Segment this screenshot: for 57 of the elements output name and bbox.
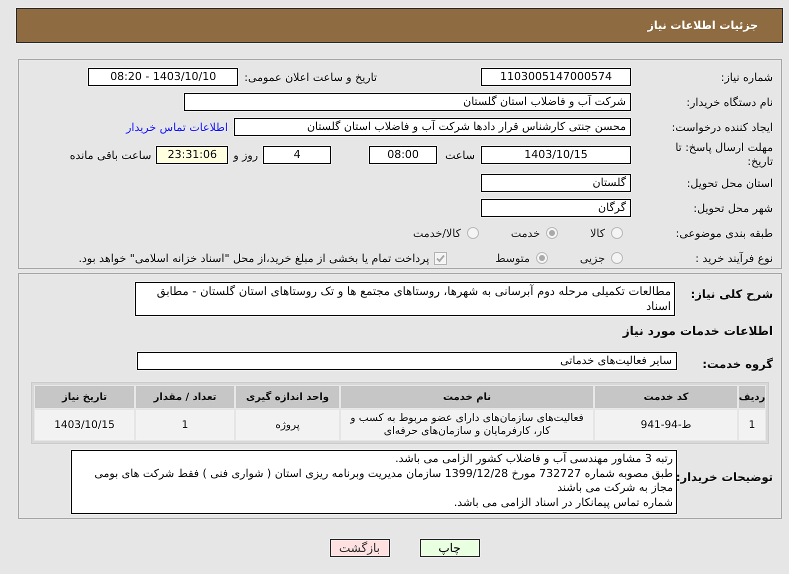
field-label: توضیحات خریدار: bbox=[677, 469, 773, 484]
payment-checkbox[interactable] bbox=[434, 252, 448, 264]
field-label: تاریخ و ساعت اعلان عمومی: bbox=[244, 70, 377, 84]
column-header: کد خدمت bbox=[594, 385, 738, 409]
remaining-time-field: 23:31:06 bbox=[156, 146, 228, 164]
city-field: گرگان bbox=[481, 199, 631, 217]
time-label: ساعت bbox=[445, 148, 475, 162]
table-cell: پروژه bbox=[235, 409, 340, 441]
remaining-label: ساعت باقی مانده bbox=[70, 148, 152, 162]
column-header: ردیف bbox=[738, 385, 766, 409]
column-header: تعداد / مقدار bbox=[135, 385, 235, 409]
radio-label: کالا/خدمت bbox=[413, 226, 461, 240]
field-label: مهلت ارسال پاسخ: تا تاریخ: bbox=[674, 141, 773, 169]
deadline-time-field: 08:00 bbox=[369, 146, 438, 164]
print-button[interactable]: چاپ bbox=[420, 539, 480, 557]
table-cell: ط-94-941 bbox=[594, 409, 738, 441]
category-radio[interactable] bbox=[466, 227, 479, 239]
deadline-date-field: 1403/10/15 bbox=[481, 146, 631, 164]
radio-label: خدمت bbox=[510, 226, 540, 240]
table-cell: 1 bbox=[135, 409, 235, 441]
announce-date-field: 1403/10/10 - 08:20 bbox=[88, 68, 238, 86]
province-field: گلستان bbox=[481, 174, 631, 192]
buyer-contact-link[interactable]: اطلاعات تماس خریدار bbox=[126, 120, 228, 134]
need-number-field: 1103005147000574 bbox=[481, 68, 631, 86]
category-radio[interactable] bbox=[546, 227, 558, 239]
column-header: تاریخ نیاز bbox=[34, 385, 135, 409]
payment-note: پرداخت تمام یا بخشی از مبلغ خرید،از محل "اسناد خزانه اسلامی" خواهد بود. bbox=[78, 252, 430, 264]
field-label: طبقه بندی موضوعی: bbox=[674, 226, 773, 240]
category-radio[interactable] bbox=[611, 227, 623, 239]
field-label: گروه خدمت: bbox=[701, 356, 773, 370]
field-label: شماره نیاز: bbox=[720, 70, 773, 84]
field-label: شرح کلی نیاز: bbox=[690, 286, 773, 301]
field-label: ایجاد کننده درخواست: bbox=[670, 120, 773, 134]
days-label: روز و bbox=[233, 148, 258, 162]
field-label: استان محل تحویل: bbox=[686, 176, 773, 190]
back-button[interactable]: بازگشت bbox=[330, 539, 390, 557]
table-cell: 1 bbox=[738, 409, 766, 441]
process-radio[interactable] bbox=[611, 252, 623, 264]
process-radio[interactable] bbox=[536, 252, 548, 264]
buyer-notes-textarea: رتبه 3 مشاور مهندسی آب و فاضلاب کشور الزامی می باشد. طبق مصوبه شماره 732727 مورخ 1399/12/28 سازمان مدیریت وبرنامه ریزی استان ( شواری فنی ) فقط شرکت های بومی مجاز به شرکت می باشند شماره تماس پیمانکار در اسناد الزامی می باشد. bbox=[71, 450, 677, 514]
field-label: شهر محل تحویل: bbox=[692, 202, 773, 214]
page-title: جزئیات اطلاعات نیاز bbox=[648, 19, 758, 32]
buyer-org-field: شرکت آب و فاضلاب استان گلستان bbox=[184, 93, 631, 111]
column-header: واحد اندازه گیری bbox=[235, 385, 340, 409]
radio-label: کالا bbox=[590, 226, 605, 240]
field-label: نام دستگاه خریدار: bbox=[685, 96, 773, 108]
days-field: 4 bbox=[263, 146, 332, 164]
column-header: نام خدمت bbox=[340, 385, 594, 409]
service-group-field: سایر فعالیت‌های خدماتی bbox=[137, 352, 677, 370]
table-cell: فعالیت‌های سازمان‌های دارای عضو مربوط به کسب و کار، کارفرمایان و سازمان‌های حرفه‌ای bbox=[340, 409, 594, 441]
table-cell: 1403/10/15 bbox=[34, 409, 135, 441]
creator-field: محسن جنتی کارشناس قرار دادها شرکت آب و فاضلاب استان گلستان bbox=[234, 118, 631, 136]
radio-label: متوسط bbox=[495, 252, 530, 264]
radio-label: جزیی bbox=[580, 252, 605, 264]
section-heading: اطلاعات خدمات مورد نیاز bbox=[621, 324, 773, 338]
field-label: نوع فرآیند خرید : bbox=[694, 252, 773, 264]
description-textarea: مطالعات تکمیلی مرحله دوم آبرسانی به شهرها، روستاهای مجتمع ها و تک روستاهای استان گلستان - مطابق اسناد bbox=[135, 282, 675, 316]
